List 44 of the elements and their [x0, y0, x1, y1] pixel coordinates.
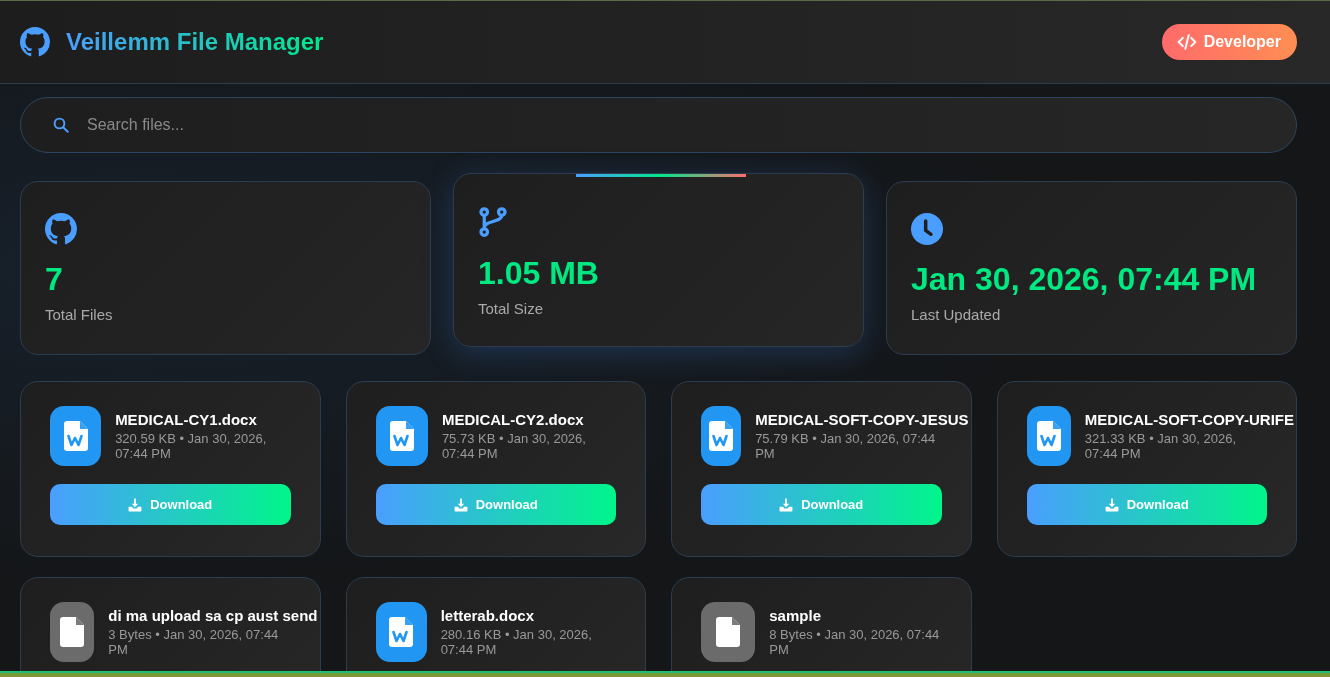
search-field[interactable]: Search files... — [85, 115, 1265, 135]
file-meta: 3 Bytes • Jan 30, 2026, 07:44 PM — [108, 628, 280, 658]
search-bar[interactable]: Search files... — [20, 97, 1297, 153]
github-logo-icon — [45, 213, 77, 245]
clock-icon — [911, 213, 943, 245]
file-name: sample — [769, 606, 822, 626]
word-document-icon — [50, 406, 102, 466]
file-name: MEDICAL-CY1.docx — [115, 410, 258, 430]
word-document-icon — [1026, 406, 1071, 466]
download-icon — [1104, 497, 1119, 512]
download-icon — [453, 497, 468, 512]
download-icon — [128, 497, 143, 512]
stat-value: 1.05 MB — [478, 255, 600, 292]
file-icon — [50, 602, 95, 662]
code-icon — [1176, 32, 1197, 52]
file-meta: 280.16 KB • Jan 30, 2026, 07:44 PM — [440, 628, 593, 658]
stat-label: Total Files — [45, 306, 114, 323]
file-name: MEDICAL-CY2.docx — [441, 410, 585, 430]
download-icon — [779, 497, 794, 512]
file-meta: 75.73 KB • Jan 30, 2026, 07:44 PM — [441, 432, 587, 462]
file-meta: 321.33 KB • Jan 30, 2026, 07:44 PM — [1084, 432, 1238, 462]
file-name: di ma upload sa cp aust send — [108, 606, 318, 626]
word-document-icon — [375, 406, 428, 466]
file-meta: 320.59 KB • Jan 30, 2026, 07:44 PM — [115, 432, 268, 462]
file-name: letterab.docx — [440, 606, 535, 626]
stat-label: Total Size — [478, 300, 545, 317]
github-logo-icon — [20, 27, 50, 57]
file-icon — [701, 602, 756, 662]
stat-label: Last Updated — [911, 306, 1002, 323]
branch-icon — [478, 205, 508, 239]
stat-value: 7 — [45, 261, 64, 298]
file-meta: 75.79 KB • Jan 30, 2026, 07:44 PM — [755, 432, 937, 462]
download-button[interactable]: Download — [50, 484, 291, 525]
download-button[interactable]: Download — [1026, 484, 1267, 525]
download-button[interactable]: Download — [701, 484, 942, 525]
word-document-icon — [701, 406, 742, 466]
developer-button[interactable]: Developer — [1161, 24, 1297, 60]
file-name: MEDICAL-SOFT-COPY-URIFE — [1084, 410, 1294, 430]
download-button[interactable]: Download — [375, 484, 616, 525]
file-name: MEDICAL-SOFT-COPY-JESUS — [755, 410, 969, 430]
search-icon — [52, 116, 70, 134]
stat-value: Jan 30, 2026, 07:44 PM — [911, 261, 1258, 298]
file-meta: 8 Bytes • Jan 30, 2026, 07:44 PM — [769, 628, 941, 658]
word-document-icon — [375, 602, 427, 662]
